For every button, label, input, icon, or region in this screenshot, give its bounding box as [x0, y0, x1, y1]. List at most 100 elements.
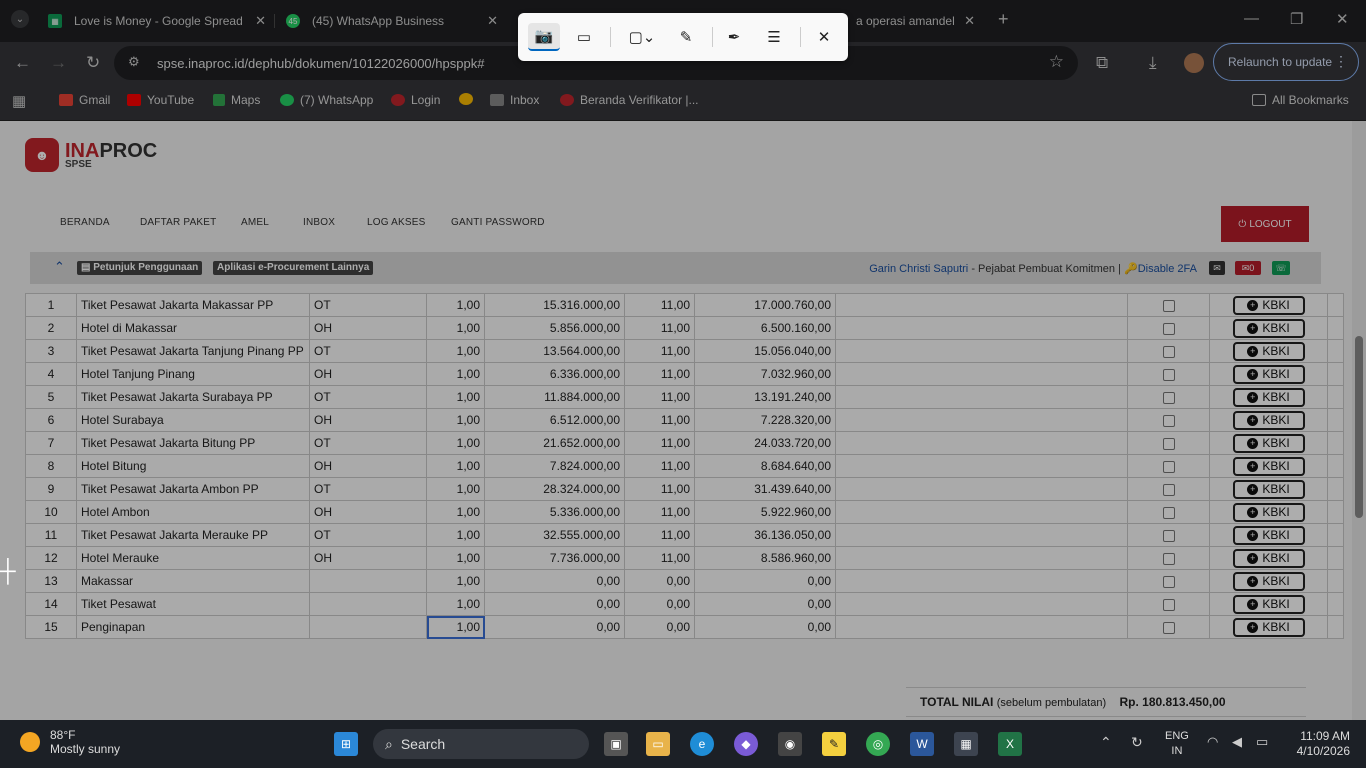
- quantity-cell[interactable]: 1,00: [426, 477, 485, 501]
- tax-cell[interactable]: 11,00: [624, 431, 695, 455]
- unit-cell[interactable]: OH: [309, 500, 427, 524]
- notes-cell[interactable]: [835, 293, 1128, 317]
- kbki-button[interactable]: + KBKI: [1232, 502, 1305, 522]
- scrollbar-thumb[interactable]: [1355, 336, 1363, 518]
- item-name-cell[interactable]: Tiket Pesawat Jakarta Bitung PP: [76, 431, 310, 455]
- kbki-button[interactable]: + KBKI: [1232, 571, 1305, 591]
- item-name-cell[interactable]: Hotel Surabaya: [76, 408, 310, 432]
- kbki-button[interactable]: + KBKI: [1232, 410, 1305, 430]
- unit-cell[interactable]: [309, 592, 427, 616]
- bookmark-login[interactable]: Login: [391, 93, 440, 107]
- unit-price-cell[interactable]: 32.555.000,00: [484, 523, 625, 547]
- item-name-cell[interactable]: Makassar: [76, 569, 310, 593]
- unit-price-cell[interactable]: 6.336.000,00: [484, 362, 625, 386]
- notes-cell[interactable]: [835, 385, 1128, 409]
- unit-price-cell[interactable]: 21.652.000,00: [484, 431, 625, 455]
- row-checkbox[interactable]: [1162, 552, 1175, 565]
- unit-price-cell[interactable]: 5.336.000,00: [484, 500, 625, 524]
- text-actions-button[interactable]: ☰: [758, 23, 790, 51]
- row-checkbox[interactable]: [1162, 368, 1175, 381]
- notes-cell[interactable]: [835, 592, 1128, 616]
- quantity-cell[interactable]: 1,00: [426, 546, 485, 570]
- calculator-icon[interactable]: ▦: [954, 732, 978, 756]
- disable-2fa-link[interactable]: 🔑Disable 2FA: [1124, 263, 1197, 275]
- mail-icon[interactable]: ✉: [1209, 261, 1225, 275]
- sticky-notes-icon[interactable]: ✎: [822, 732, 846, 756]
- row-checkbox[interactable]: [1162, 299, 1175, 312]
- inbox-badge[interactable]: ✉ 0: [1235, 261, 1261, 275]
- wifi-icon[interactable]: ◠: [1207, 734, 1218, 750]
- tax-cell[interactable]: 11,00: [624, 385, 695, 409]
- row-checkbox[interactable]: [1162, 483, 1175, 496]
- download-icon[interactable]: ⤓: [1149, 53, 1157, 73]
- bookmark-gmail[interactable]: Gmail: [59, 93, 110, 107]
- row-checkbox[interactable]: [1162, 322, 1175, 335]
- tax-cell[interactable]: 11,00: [624, 500, 695, 524]
- reload-icon[interactable]: ↻: [86, 53, 100, 73]
- browser-tab[interactable]: 45 (45) WhatsApp Business ✕: [286, 8, 498, 34]
- apps-button[interactable]: Aplikasi e-Procurement Lainnya: [213, 261, 374, 275]
- nav-amel[interactable]: AMEL: [241, 217, 269, 228]
- notes-cell[interactable]: [835, 339, 1128, 363]
- unit-cell[interactable]: OH: [309, 408, 427, 432]
- logout-button[interactable]: ⏻ LOGOUT: [1221, 206, 1309, 242]
- kbki-button[interactable]: + KBKI: [1232, 433, 1305, 453]
- unit-cell[interactable]: OH: [309, 316, 427, 340]
- row-checkbox[interactable]: [1162, 621, 1175, 634]
- close-tab-icon[interactable]: ✕: [487, 13, 498, 29]
- quantity-cell[interactable]: 1,00: [426, 385, 485, 409]
- forward-icon[interactable]: →: [50, 53, 67, 73]
- user-name-link[interactable]: Garin Christi Saputri: [869, 263, 968, 275]
- tax-cell[interactable]: 11,00: [624, 408, 695, 432]
- item-name-cell[interactable]: Tiket Pesawat Jakarta Surabaya PP: [76, 385, 310, 409]
- bookmark-star-icon[interactable]: ☆: [1049, 52, 1064, 72]
- back-icon[interactable]: ←: [14, 53, 31, 73]
- notes-cell[interactable]: [835, 546, 1128, 570]
- unit-cell[interactable]: OH: [309, 546, 427, 570]
- unit-cell[interactable]: OT: [309, 477, 427, 501]
- unit-cell[interactable]: OT: [309, 339, 427, 363]
- quantity-cell[interactable]: 1,00: [426, 362, 485, 386]
- tax-cell[interactable]: 0,00: [624, 592, 695, 616]
- notes-cell[interactable]: [835, 316, 1128, 340]
- apps-grid-icon[interactable]: ▦: [12, 92, 26, 110]
- nav-daftar-paket[interactable]: DAFTAR PAKET: [140, 217, 216, 228]
- kbki-button[interactable]: + KBKI: [1232, 318, 1305, 338]
- notes-cell[interactable]: [835, 431, 1128, 455]
- unit-price-cell[interactable]: 0,00: [484, 569, 625, 593]
- minimize-icon[interactable]: —: [1244, 10, 1259, 27]
- unit-price-cell[interactable]: 13.564.000,00: [484, 339, 625, 363]
- unit-price-cell[interactable]: 6.512.000,00: [484, 408, 625, 432]
- task-view-icon[interactable]: ▣: [604, 732, 628, 756]
- notes-cell[interactable]: [835, 615, 1128, 639]
- notes-cell[interactable]: [835, 408, 1128, 432]
- bookmark-youtube[interactable]: YouTube: [127, 93, 194, 107]
- notes-cell[interactable]: [835, 477, 1128, 501]
- quantity-cell[interactable]: 1,00: [426, 408, 485, 432]
- kbki-button[interactable]: + KBKI: [1232, 594, 1305, 614]
- quantity-cell[interactable]: 1,00: [426, 592, 485, 616]
- bookmark-whatsapp[interactable]: (7) WhatsApp: [280, 93, 373, 107]
- close-tab-icon[interactable]: ✕: [964, 13, 975, 29]
- item-name-cell[interactable]: Hotel Ambon: [76, 500, 310, 524]
- kbki-button[interactable]: + KBKI: [1232, 617, 1305, 637]
- item-name-cell[interactable]: Tiket Pesawat Jakarta Ambon PP: [76, 477, 310, 501]
- unit-cell[interactable]: [309, 569, 427, 593]
- kbki-button[interactable]: + KBKI: [1232, 364, 1305, 384]
- tax-cell[interactable]: 11,00: [624, 316, 695, 340]
- collapse-icon[interactable]: ⌃: [54, 259, 65, 275]
- file-explorer-icon[interactable]: ▭: [646, 732, 670, 756]
- extensions-icon[interactable]: ⧉: [1096, 53, 1108, 73]
- notes-cell[interactable]: [835, 500, 1128, 524]
- tax-cell[interactable]: 0,00: [624, 569, 695, 593]
- edit-button[interactable]: ✎: [670, 23, 702, 51]
- tax-cell[interactable]: 11,00: [624, 477, 695, 501]
- unit-price-cell[interactable]: 11.884.000,00: [484, 385, 625, 409]
- item-name-cell[interactable]: Hotel Merauke: [76, 546, 310, 570]
- quantity-cell[interactable]: 1,00: [426, 339, 485, 363]
- tax-cell[interactable]: 0,00: [624, 615, 695, 639]
- quantity-cell[interactable]: 1,00: [426, 454, 485, 478]
- restore-icon[interactable]: ❐: [1290, 10, 1303, 28]
- quantity-cell[interactable]: 1,00: [426, 615, 485, 639]
- kbki-button[interactable]: + KBKI: [1232, 525, 1305, 545]
